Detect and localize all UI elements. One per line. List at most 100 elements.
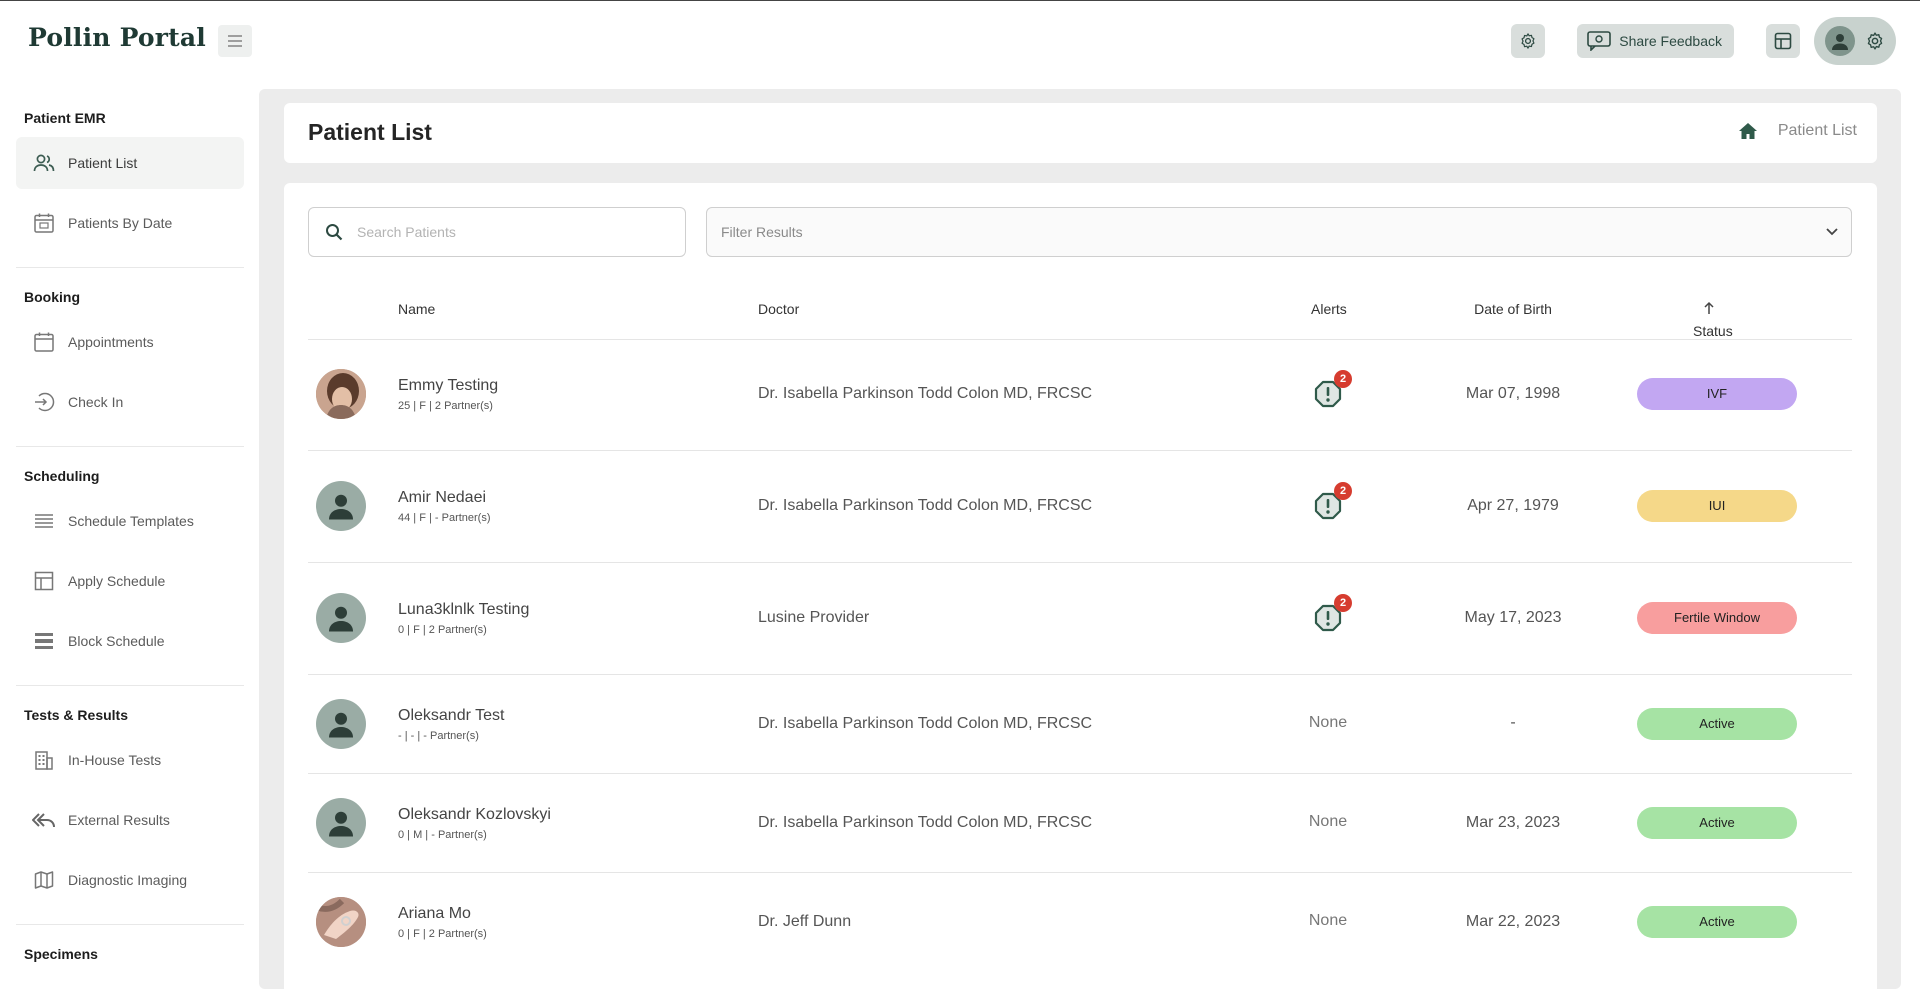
- table-row[interactable]: Oleksandr Test - | - | - Partner(s) Dr. …: [308, 675, 1852, 774]
- patient-details: 44 | F | - Partner(s): [398, 512, 491, 524]
- sidebar-divider: [16, 267, 244, 268]
- patient-avatar-photo: [316, 897, 366, 947]
- gear-icon: [1521, 33, 1535, 49]
- sidebar-item-appointments[interactable]: Appointments: [16, 316, 244, 368]
- column-header-status-label: Status: [1693, 323, 1733, 339]
- patient-doctor: Dr. Isabella Parkinson Todd Colon MD, FR…: [758, 497, 1093, 514]
- sidebar-item-label: Block Schedule: [68, 633, 165, 649]
- section-title-booking: Booking: [24, 289, 80, 305]
- patient-name[interactable]: Amir Nedaei: [398, 489, 486, 507]
- chevron-down-icon: [1826, 228, 1838, 236]
- patient-name[interactable]: Emmy Testing: [398, 377, 498, 395]
- feedback-icon: [1587, 31, 1612, 51]
- sidebar: Patient EMR Patient List Patients By Dat…: [0, 89, 260, 965]
- search-input[interactable]: [355, 223, 659, 241]
- sidebar-item-label: Check In: [68, 394, 124, 410]
- alerts-indicator[interactable]: 2: [1313, 370, 1352, 409]
- sidebar-item-external-results[interactable]: External Results: [16, 794, 244, 846]
- patient-name[interactable]: Oleksandr Test: [398, 707, 504, 725]
- home-icon[interactable]: [1738, 122, 1758, 140]
- patient-dob: Mar 07, 1998: [1465, 385, 1561, 402]
- person-icon: [1832, 34, 1848, 50]
- table-row[interactable]: Luna3klnlk Testing 0 | F | 2 Partner(s) …: [308, 563, 1852, 675]
- alert-count-badge: 2: [1334, 370, 1352, 388]
- settings-button[interactable]: [1511, 24, 1546, 58]
- alert-count-badge: 2: [1334, 482, 1352, 500]
- sidebar-divider: [16, 446, 244, 447]
- layout-button[interactable]: [1766, 24, 1800, 58]
- users-icon: [32, 151, 56, 175]
- sidebar-item-patient-list[interactable]: Patient List: [16, 137, 244, 189]
- patient-dob: Mar 22, 2023: [1465, 913, 1561, 930]
- sidebar-item-block-schedule[interactable]: Block Schedule: [16, 615, 244, 667]
- sidebar-divider: [16, 924, 244, 925]
- column-header-doctor[interactable]: Doctor: [758, 301, 799, 317]
- table-row[interactable]: Emmy Testing 25 | F | 2 Partner(s) Dr. I…: [308, 339, 1852, 451]
- patient-avatar: [316, 699, 366, 749]
- lines-icon: [32, 509, 56, 533]
- column-header-alerts[interactable]: Alerts: [1311, 301, 1347, 317]
- filter-placeholder: Filter Results: [721, 224, 803, 240]
- patient-avatar: [316, 593, 366, 643]
- header-actions: Share Feedback: [1511, 17, 1896, 65]
- person-icon: [329, 494, 353, 520]
- sidebar-item-label: Schedule Templates: [68, 513, 194, 529]
- status-badge: IUI: [1637, 490, 1797, 522]
- sidebar-item-patients-by-date[interactable]: Patients By Date: [16, 197, 244, 249]
- status-badge: Active: [1637, 906, 1797, 938]
- block-icon: [32, 629, 56, 653]
- status-badge: IVF: [1637, 378, 1797, 410]
- column-header-name[interactable]: Name: [398, 301, 435, 317]
- sidebar-divider: [16, 685, 244, 686]
- app-logo[interactable]: Pollin Portal: [28, 23, 206, 52]
- alerts-indicator[interactable]: 2: [1313, 594, 1352, 633]
- table-header: Name Doctor Alerts Date of Birth Status: [308, 279, 1852, 340]
- section-title-tests-results: Tests & Results: [24, 707, 128, 723]
- layout-icon: [32, 569, 56, 593]
- alerts-indicator[interactable]: 2: [1313, 482, 1352, 521]
- patient-details: 25 | F | 2 Partner(s): [398, 400, 493, 412]
- sign-in-icon: [32, 390, 56, 414]
- sidebar-item-check-in[interactable]: Check In: [16, 376, 244, 428]
- alerts-none: None: [1308, 813, 1348, 830]
- user-menu[interactable]: [1814, 17, 1896, 65]
- patient-dob: May 17, 2023: [1464, 609, 1562, 626]
- table-layout-icon: [1774, 32, 1792, 50]
- search-box[interactable]: [308, 207, 686, 257]
- map-icon: [32, 868, 56, 892]
- sidebar-item-label: Diagnostic Imaging: [68, 872, 188, 888]
- main-panel: Patient List Patient List Filter Results…: [259, 89, 1901, 1003]
- patient-doctor: Dr. Isabella Parkinson Todd Colon MD, FR…: [758, 715, 1093, 732]
- patient-doctor: Lusine Provider: [758, 609, 870, 626]
- table-row[interactable]: Amir Nedaei 44 | F | - Partner(s) Dr. Is…: [308, 451, 1852, 563]
- patient-list-card: Filter Results Name Doctor Alerts Date o…: [284, 183, 1877, 1003]
- patient-dob: Mar 23, 2023: [1465, 814, 1561, 831]
- page-title: Patient List: [308, 119, 432, 145]
- patient-avatar: [316, 798, 366, 848]
- sidebar-item-apply-schedule[interactable]: Apply Schedule: [16, 555, 244, 607]
- patient-name[interactable]: Luna3klnlk Testing: [398, 601, 529, 619]
- patient-details: 0 | F | 2 Partner(s): [398, 624, 487, 636]
- sidebar-item-schedule-templates[interactable]: Schedule Templates: [16, 495, 244, 547]
- share-feedback-button[interactable]: Share Feedback: [1577, 24, 1734, 58]
- filter-results-select[interactable]: Filter Results: [706, 207, 1852, 257]
- sidebar-item-label: Patient List: [68, 155, 138, 171]
- sidebar-item-label: Appointments: [68, 334, 154, 350]
- sidebar-item-diagnostic-imaging[interactable]: Diagnostic Imaging: [16, 854, 244, 906]
- menu-toggle-button[interactable]: [218, 25, 252, 57]
- calendar-icon: [32, 330, 56, 354]
- patient-dob: -: [1510, 714, 1516, 731]
- status-badge: Fertile Window: [1637, 602, 1797, 634]
- column-header-status[interactable]: Status: [1693, 301, 1733, 339]
- patient-name[interactable]: Oleksandr Kozlovskyi: [398, 806, 551, 824]
- sidebar-item-in-house-tests[interactable]: In-House Tests: [16, 734, 244, 786]
- table-row[interactable]: Oleksandr Kozlovskyi 0 | M | - Partner(s…: [308, 774, 1852, 873]
- column-header-dob[interactable]: Date of Birth: [1453, 301, 1573, 317]
- table-row[interactable]: Ariana Mo 0 | F | 2 Partner(s) Dr. Jeff …: [308, 873, 1852, 971]
- calendar-date-icon: [32, 211, 56, 235]
- patient-name[interactable]: Ariana Mo: [398, 905, 471, 923]
- sidebar-item-label: Apply Schedule: [68, 573, 166, 589]
- section-title-patient-emr: Patient EMR: [24, 110, 106, 126]
- table-body: Emmy Testing 25 | F | 2 Partner(s) Dr. I…: [308, 339, 1852, 971]
- alerts-none: None: [1308, 714, 1348, 731]
